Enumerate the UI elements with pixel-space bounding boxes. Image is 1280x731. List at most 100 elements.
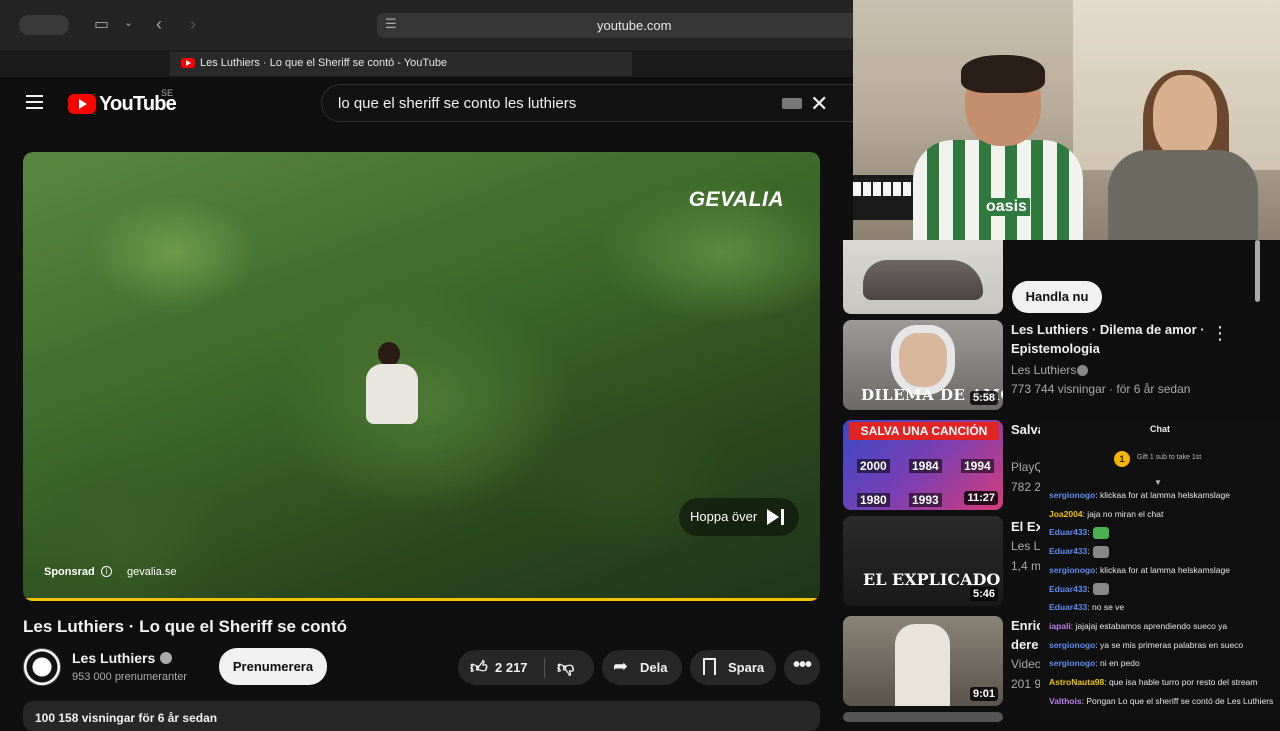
description-box[interactable]: 100 158 visningar för 6 år sedan <box>23 701 820 731</box>
rec-meta: 773 744 visningar · för 6 år sedan <box>1011 382 1191 396</box>
chat-message: Eduar433: <box>1049 542 1279 561</box>
chat-text: : no se ve <box>1087 602 1125 613</box>
rec-channel[interactable]: Les Luthiers <box>1011 363 1076 377</box>
menu-icon[interactable] <box>26 95 43 109</box>
more-actions-button[interactable]: ••• <box>784 650 820 685</box>
close-icon[interactable]: ✕ <box>810 91 828 117</box>
verified-icon <box>1077 365 1088 376</box>
channel-name[interactable]: Les Luthiers <box>72 650 155 666</box>
emote-icon <box>1092 527 1109 540</box>
chat-text: : jajajaj estabamos aprendiendo sueco ya <box>1070 620 1228 631</box>
video-thumbnail[interactable]: DILEMA DE AMOR 5:58 <box>843 320 1003 410</box>
url-text: youtube.com <box>597 18 672 33</box>
chat-username[interactable]: Eduar433 <box>1049 584 1087 594</box>
keyboard-icon[interactable] <box>782 98 802 109</box>
video-title: Les Luthiers · Lo que el Sheriff se cont… <box>23 617 347 636</box>
search-input[interactable]: lo que el sheriff se conto les luthiers … <box>321 84 853 122</box>
chat-header: Chat <box>1150 424 1170 434</box>
chat-username[interactable]: Valthois <box>1049 696 1082 706</box>
save-label: Spara <box>728 660 765 675</box>
webcam-person <box>961 55 1045 93</box>
video-thumbnail[interactable]: 9:01 <box>843 616 1003 706</box>
info-icon[interactable]: i <box>101 566 112 577</box>
chat-username[interactable]: Eduar433 <box>1049 602 1087 612</box>
scrollbar[interactable] <box>1255 240 1260 302</box>
chevron-down-icon[interactable]: ⌄ <box>124 18 133 29</box>
chat-text: : Pongan Lo que el sheriff se contó de L… <box>1081 695 1274 706</box>
ad-person-image <box>358 342 428 462</box>
sidebar-icon[interactable]: ▭ <box>94 17 109 33</box>
chat-username[interactable]: sergionogo <box>1049 565 1095 575</box>
ad-domain-link[interactable]: gevalia.se <box>127 566 177 578</box>
chat-username[interactable]: Eduar433 <box>1049 546 1087 556</box>
ad-progress-bar[interactable] <box>23 598 820 601</box>
rec-title[interactable]: El Ex <box>1011 517 1043 536</box>
address-bar[interactable]: ☰ youtube.com <box>377 13 853 38</box>
reader-icon[interactable]: ☰ <box>385 17 397 30</box>
verified-icon <box>160 652 172 664</box>
rec-title-line: Epistemologia <box>1011 341 1100 356</box>
shop-now-button[interactable]: Handla nu <box>1012 281 1102 313</box>
chat-message: Valthois: Pongan Lo que el sheriff se co… <box>1049 692 1279 711</box>
webcam-person <box>1108 150 1258 240</box>
sidebar-toggle-button[interactable] <box>19 15 69 35</box>
share-button[interactable]: ➦ Dela <box>602 650 682 685</box>
thumbnail-year: 1993 <box>909 493 942 507</box>
chat-message: AstroNauta98: que isa hable turro por re… <box>1049 673 1279 692</box>
thumbnail-year: 1980 <box>857 493 890 507</box>
chat-message: iapali: jajajaj estabamos aprendiendo su… <box>1049 617 1279 636</box>
thumbs-up-icon[interactable]: 👍︎ <box>470 657 488 678</box>
chat-text: : que isa hable turro por resto del stre… <box>1104 677 1258 688</box>
chat-message: Joa2004: jaja no miran el chat <box>1049 505 1279 524</box>
subscribe-button[interactable]: Prenumerera <box>219 648 327 685</box>
rec-title[interactable]: Enric dere <box>1011 616 1044 654</box>
chat-messages: sergionogo: klickaa for at lamma helskam… <box>1049 486 1279 710</box>
gift-icon: 1 <box>1114 451 1130 467</box>
chat-message: sergionogo: klickaa for at lamma helskam… <box>1049 561 1279 580</box>
video-thumbnail[interactable]: SALVA UNA CANCIÓN 2000 1984 1994 1980 19… <box>843 420 1003 510</box>
emote-icon <box>1092 583 1109 596</box>
webcam-person <box>913 140 1083 240</box>
browser-tab[interactable]: Les Luthiers · Lo que el Sheriff se cont… <box>170 52 632 76</box>
rec-channel[interactable]: PlayQ <box>1011 460 1044 474</box>
gift-sub-banner[interactable]: 1 Gift 1 sub to take 1st <box>1114 451 1234 467</box>
share-label: Dela <box>640 660 668 675</box>
forward-button[interactable]: › <box>190 15 196 33</box>
back-button[interactable]: ‹ <box>156 15 162 33</box>
webcam-overlay: oasis <box>853 0 1280 240</box>
rec-meta: 1,4 m <box>1011 559 1042 573</box>
chat-message: sergionogo: ni en pedo <box>1049 654 1279 673</box>
skip-ad-label: Hoppa över <box>690 509 758 524</box>
more-horizontal-icon: ••• <box>793 654 812 676</box>
like-count[interactable]: 2 217 <box>495 660 528 675</box>
shoe-image <box>863 260 983 300</box>
video-thumbnail[interactable] <box>843 712 1003 722</box>
skip-ad-button[interactable]: Hoppa över <box>679 498 799 536</box>
video-thumbnail[interactable]: EL EXPLICADO 5:46 <box>843 516 1003 606</box>
rec-title[interactable]: Les Luthiers · Dilema de amor · Epistemo… <box>1011 320 1205 358</box>
chat-username[interactable]: iapali <box>1049 621 1071 631</box>
search-query[interactable]: lo que el sheriff se conto les luthiers <box>338 95 576 112</box>
youtube-favicon-icon <box>181 58 195 68</box>
more-vertical-icon[interactable]: ⋮ <box>1211 324 1229 342</box>
thumbnail-year: 1984 <box>909 459 942 473</box>
like-dislike-group: 👍︎ 2 217 👎︎ <box>458 650 594 685</box>
rec-title-line: dere <box>1011 637 1039 652</box>
save-button[interactable]: Spara <box>690 650 776 685</box>
video-player[interactable]: GEVALIA Hoppa över Sponsrad i gevalia.se <box>23 152 820 601</box>
chat-username[interactable]: Joa2004 <box>1049 509 1083 519</box>
chat-username[interactable]: sergionogo <box>1049 640 1095 650</box>
rec-channel[interactable]: Les L <box>1011 539 1040 553</box>
chat-text: : klickaa for at lamma helskamslage <box>1095 564 1230 575</box>
chat-username[interactable]: sergionogo <box>1049 490 1095 500</box>
avatar[interactable] <box>23 648 61 686</box>
thumbnail-year: 1994 <box>961 459 994 473</box>
chat-username[interactable]: sergionogo <box>1049 658 1095 668</box>
chat-username[interactable]: Eduar433 <box>1049 527 1087 537</box>
chat-text: : <box>1087 546 1090 557</box>
rec-channel[interactable]: Video <box>1011 657 1041 671</box>
thumbs-down-icon[interactable]: 👎︎ <box>557 657 574 678</box>
chat-username[interactable]: AstroNauta98 <box>1049 677 1104 687</box>
ad-thumbnail[interactable] <box>843 240 1003 314</box>
chat-text: : jaja no miran el chat <box>1082 508 1164 519</box>
